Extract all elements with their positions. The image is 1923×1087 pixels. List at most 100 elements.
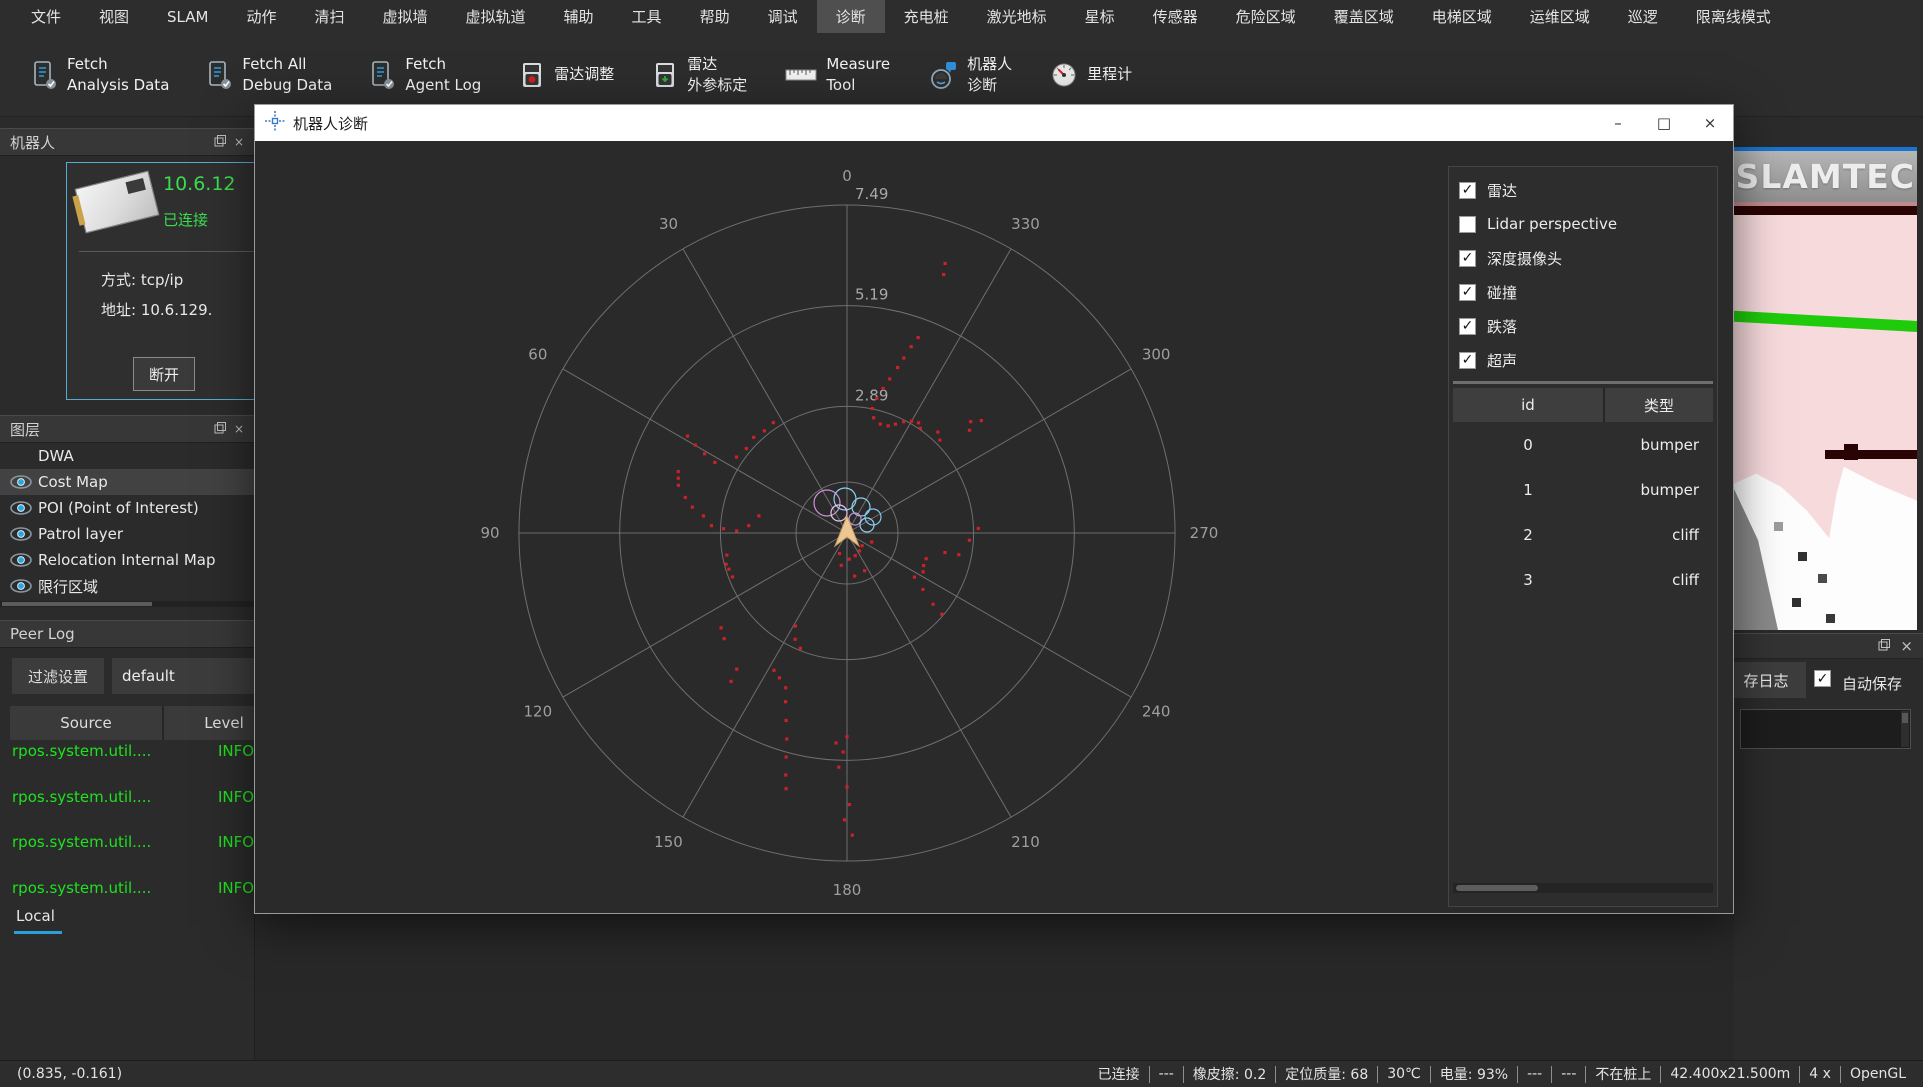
layers-scrollbar[interactable] — [0, 601, 254, 607]
layer-item-3[interactable]: POI (Point of Interest) — [0, 495, 254, 521]
tab-local[interactable]: Local — [16, 907, 55, 925]
menu-item-5[interactable]: 清扫 — [295, 0, 363, 33]
layer-item-5[interactable]: Relocation Internal Map — [0, 547, 254, 573]
lidar-point — [677, 477, 680, 480]
toolbar-button-4[interactable]: 雷达调整 — [519, 60, 614, 90]
menu-item-20[interactable]: 运维区域 — [1511, 0, 1609, 33]
map-noise-pixel — [1792, 598, 1801, 607]
map-noise-pixel — [1774, 522, 1783, 531]
eye-visible-icon[interactable] — [8, 553, 34, 567]
lidar-point — [727, 568, 730, 571]
sensor-col-type[interactable]: 类型 — [1605, 388, 1713, 422]
menu-item-4[interactable]: 动作 — [227, 0, 295, 33]
map-noise-pixel — [1818, 574, 1827, 583]
layer-item-1[interactable]: DWA — [0, 443, 254, 469]
ring-tick-label: 5.19 — [855, 286, 888, 304]
robot-device-card[interactable]: 10.6.12 已连接 方式: tcp/ip 地址: 10.6.129. 断开 — [66, 162, 255, 400]
menu-item-18[interactable]: 覆盖区域 — [1315, 0, 1413, 33]
maximize-button[interactable]: □ — [1641, 105, 1687, 141]
sensor-table-scrollbar[interactable] — [1453, 883, 1713, 893]
float-panel-icon[interactable] — [214, 135, 226, 150]
toolbar-button-3[interactable]: FetchAgent Log — [370, 54, 481, 95]
menu-item-1[interactable]: 文件 — [12, 0, 80, 33]
map-wall-band — [1734, 206, 1917, 215]
sensor-col-id[interactable]: id — [1453, 388, 1605, 422]
menu-item-19[interactable]: 电梯区域 — [1413, 0, 1511, 33]
sensor-option-5: 跌落 — [1449, 309, 1717, 343]
layer-item-2[interactable]: Cost Map — [0, 469, 254, 495]
menu-item-7[interactable]: 虚拟轨道 — [447, 0, 545, 33]
scrollbar[interactable] — [1901, 711, 1909, 747]
sensor-row-1[interactable]: 0bumper — [1453, 426, 1713, 471]
sensor-checkbox[interactable] — [1459, 352, 1476, 369]
save-log-button[interactable]: 存日志 — [1734, 662, 1806, 698]
sensor-checkbox[interactable] — [1459, 182, 1476, 199]
filter-preset-select[interactable]: default — [112, 658, 255, 694]
layer-item-4[interactable]: Patrol layer — [0, 521, 254, 547]
layer-label: Patrol layer — [38, 525, 123, 543]
menu-item-16[interactable]: 传感器 — [1134, 0, 1217, 33]
menu-item-8[interactable]: 辅助 — [545, 0, 613, 33]
menu-item-12[interactable]: 诊断 — [817, 0, 885, 33]
toolbar-button-8[interactable]: 里程计 — [1050, 61, 1132, 89]
eye-visible-icon[interactable] — [8, 527, 34, 541]
log-path-input[interactable] — [1740, 709, 1911, 749]
application-window: 文件视图SLAM动作清扫虚拟墙虚拟轨道辅助工具帮助调试诊断充电桩激光地标星标传感… — [0, 0, 1923, 1087]
sensor-checkbox[interactable] — [1459, 216, 1476, 233]
log-row-2[interactable]: rpos.system.util....INFO — [10, 786, 255, 832]
menu-item-6[interactable]: 虚拟墙 — [364, 0, 447, 33]
eye-visible-icon[interactable] — [8, 501, 34, 515]
log-level: INFO — [218, 788, 254, 806]
toolbar-button-6[interactable]: MeasureTool — [785, 54, 890, 95]
filter-settings-button[interactable]: 过滤设置 — [12, 658, 104, 694]
toolbar-button-7[interactable]: 机器人诊断 — [928, 54, 1012, 95]
sensor-row-3[interactable]: 2cliff — [1453, 516, 1713, 561]
status-item-9: 不在桩上 — [1586, 1064, 1660, 1084]
log-row-1[interactable]: rpos.system.util....INFO — [10, 740, 255, 786]
close-panel-icon[interactable]: × — [234, 422, 244, 436]
sensor-id: 3 — [1453, 571, 1603, 589]
autosave-checkbox[interactable] — [1814, 670, 1831, 687]
layer-label: POI (Point of Interest) — [38, 499, 199, 517]
menu-item-22[interactable]: 限离线模式 — [1677, 0, 1790, 33]
menu-item-9[interactable]: 工具 — [613, 0, 681, 33]
occupancy-map[interactable] — [1734, 202, 1917, 630]
log-row-3[interactable]: rpos.system.util....INFO — [10, 831, 255, 877]
sensor-row-2[interactable]: 1bumper — [1453, 471, 1713, 516]
lidar-point — [871, 407, 874, 410]
close-panel-icon[interactable]: × — [1900, 637, 1913, 655]
eye-visible-icon[interactable] — [8, 579, 34, 593]
menu-item-2[interactable]: 视图 — [80, 0, 148, 33]
menu-item-10[interactable]: 帮助 — [681, 0, 749, 33]
menu-item-3[interactable]: SLAM — [148, 0, 227, 33]
lidar-point — [794, 638, 797, 641]
toolbar-button-1[interactable]: FetchAnalysis Data — [32, 54, 169, 95]
sensor-checkbox[interactable] — [1459, 284, 1476, 301]
toolbar-button-5[interactable]: 雷达外参标定 — [652, 54, 747, 95]
float-panel-icon[interactable] — [1878, 637, 1890, 655]
menu-item-11[interactable]: 调试 — [749, 0, 817, 33]
sensor-row-4[interactable]: 3cliff — [1453, 561, 1713, 606]
menu-item-13[interactable]: 充电桩 — [885, 0, 968, 33]
layer-item-6[interactable]: 限行区域 — [0, 573, 254, 599]
sensor-checkbox[interactable] — [1459, 250, 1476, 267]
close-panel-icon[interactable]: × — [234, 135, 244, 149]
eye-visible-icon[interactable] — [8, 475, 34, 489]
divider — [1453, 381, 1713, 384]
toolbar-button-2[interactable]: Fetch AllDebug Data — [207, 54, 332, 95]
minimize-button[interactable]: – — [1595, 105, 1641, 141]
lidar-point — [752, 436, 755, 439]
menu-item-17[interactable]: 危险区域 — [1217, 0, 1315, 33]
lidar-point — [763, 429, 766, 432]
log-col-level[interactable]: Level — [164, 706, 255, 740]
dialog-titlebar[interactable]: 机器人诊断 – □ × — [255, 105, 1733, 141]
float-panel-icon[interactable] — [214, 422, 226, 437]
menu-item-15[interactable]: 星标 — [1066, 0, 1134, 33]
lidar-point — [729, 680, 732, 683]
log-col-source[interactable]: Source — [10, 706, 164, 740]
close-button[interactable]: × — [1687, 105, 1733, 141]
sensor-checkbox[interactable] — [1459, 318, 1476, 335]
menu-item-21[interactable]: 巡逻 — [1609, 0, 1677, 33]
disconnect-button[interactable]: 断开 — [133, 357, 195, 391]
menu-item-14[interactable]: 激光地标 — [968, 0, 1066, 33]
